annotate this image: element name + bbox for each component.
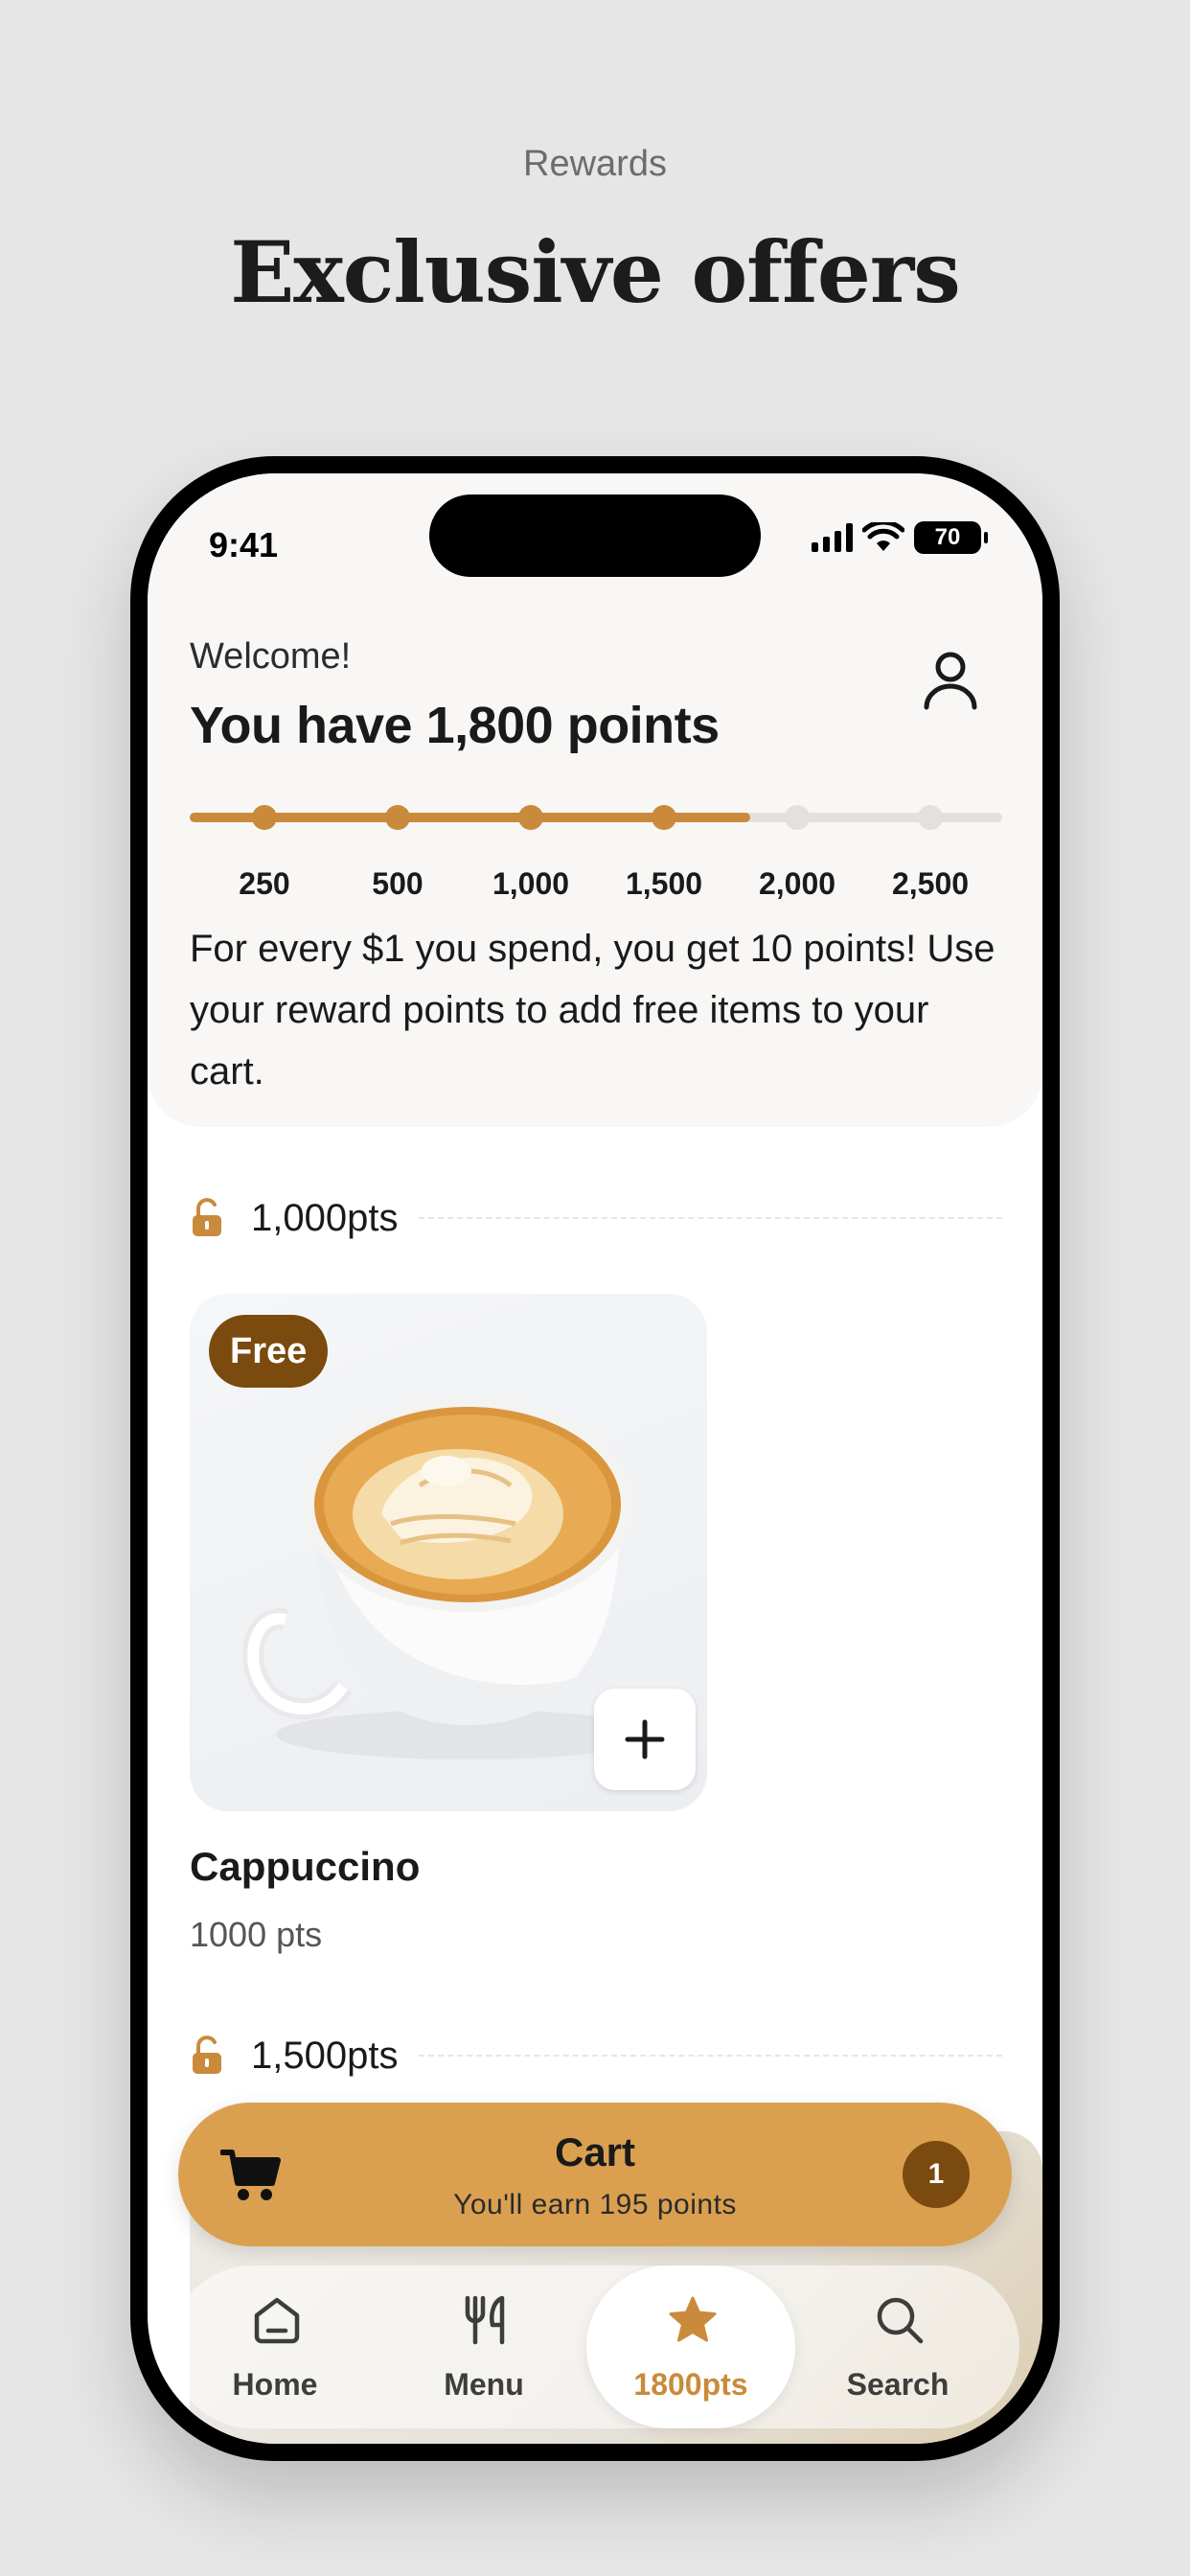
plus-icon bbox=[625, 1719, 665, 1760]
progress-milestone-dot bbox=[785, 805, 810, 830]
cart-subtitle: You'll earn 195 points bbox=[453, 2189, 737, 2220]
unlock-icon bbox=[193, 2036, 221, 2074]
status-time: 9:41 bbox=[209, 525, 279, 564]
progress-milestone-label: 500 bbox=[372, 866, 423, 901]
tier-header-1000: 1,000pts bbox=[190, 1194, 1002, 1242]
page-kicker: Rewards bbox=[523, 144, 667, 184]
points-title: You have 1,800 points bbox=[190, 697, 720, 754]
search-icon bbox=[877, 2297, 924, 2344]
points-info: For every $1 you spend, you get 10 point… bbox=[190, 928, 995, 1092]
wifi-icon bbox=[862, 522, 904, 551]
cart-count-badge: 1 bbox=[903, 2141, 970, 2208]
dynamic-island bbox=[429, 494, 761, 577]
tier-divider bbox=[419, 1217, 1002, 1219]
cart-title: Cart bbox=[554, 2129, 636, 2174]
tab-rewards[interactable]: 1800pts bbox=[586, 2266, 795, 2428]
tab-bar: Home Menu 1800pts Search bbox=[171, 2266, 1019, 2428]
tier-header-1500: 1,500pts bbox=[190, 2032, 1002, 2080]
tab-label: Home bbox=[232, 2367, 318, 2402]
product-price: 1000 pts bbox=[190, 1915, 323, 1954]
add-to-cart-button[interactable] bbox=[594, 1689, 696, 1790]
progress-milestone-dot bbox=[385, 805, 410, 830]
progress-milestone-label: 250 bbox=[239, 866, 290, 901]
signal-icon bbox=[812, 523, 853, 552]
tier-divider bbox=[419, 2055, 1002, 2057]
progress-milestone-dot bbox=[252, 805, 277, 830]
phone-frame: 9:41 70 Welcome! You have 1,800 points 2… bbox=[130, 456, 1060, 2461]
tab-search[interactable]: Search bbox=[793, 2266, 1002, 2428]
rewards-summary-card: 9:41 70 Welcome! You have 1,800 points 2… bbox=[148, 473, 1042, 1127]
utensils-icon bbox=[465, 2295, 505, 2345]
progress-milestone-label: 1,500 bbox=[625, 866, 703, 901]
product-card-cappuccino[interactable]: Free bbox=[190, 1294, 707, 1811]
profile-icon[interactable] bbox=[922, 650, 979, 711]
points-progress: 250 500 1,000 1,500 2,000 2,500 bbox=[190, 797, 1002, 901]
progress-milestone-label: 2,000 bbox=[758, 866, 836, 901]
welcome-text: Welcome! bbox=[190, 636, 352, 677]
battery-icon: 70 bbox=[914, 521, 988, 554]
progress-milestone-dot bbox=[518, 805, 543, 830]
product-name: Cappuccino bbox=[190, 1844, 421, 1889]
progress-milestone-dot bbox=[652, 805, 676, 830]
home-icon bbox=[254, 2297, 300, 2344]
tier-label: 1,000pts bbox=[251, 1196, 399, 1239]
app-screen: 9:41 70 Welcome! You have 1,800 points 2… bbox=[148, 473, 1042, 2444]
tier-label: 1,500pts bbox=[251, 2034, 399, 2077]
progress-milestone-label: 2,500 bbox=[891, 866, 970, 901]
star-icon bbox=[669, 2296, 717, 2342]
status-icons: 70 bbox=[812, 521, 988, 554]
tab-label: Menu bbox=[444, 2367, 524, 2402]
progress-milestone-label: 1,000 bbox=[492, 866, 570, 901]
page-headline: Exclusive offers bbox=[230, 222, 961, 322]
unlock-icon bbox=[193, 1198, 221, 1236]
tab-label: Search bbox=[846, 2367, 950, 2402]
tab-label: 1800pts bbox=[633, 2367, 748, 2402]
progress-milestone-dot bbox=[918, 805, 943, 830]
tab-menu[interactable]: Menu bbox=[379, 2266, 588, 2428]
cart-bar[interactable]: Cart You'll earn 195 points 1 bbox=[178, 2103, 1012, 2246]
tab-home[interactable]: Home bbox=[171, 2266, 379, 2428]
